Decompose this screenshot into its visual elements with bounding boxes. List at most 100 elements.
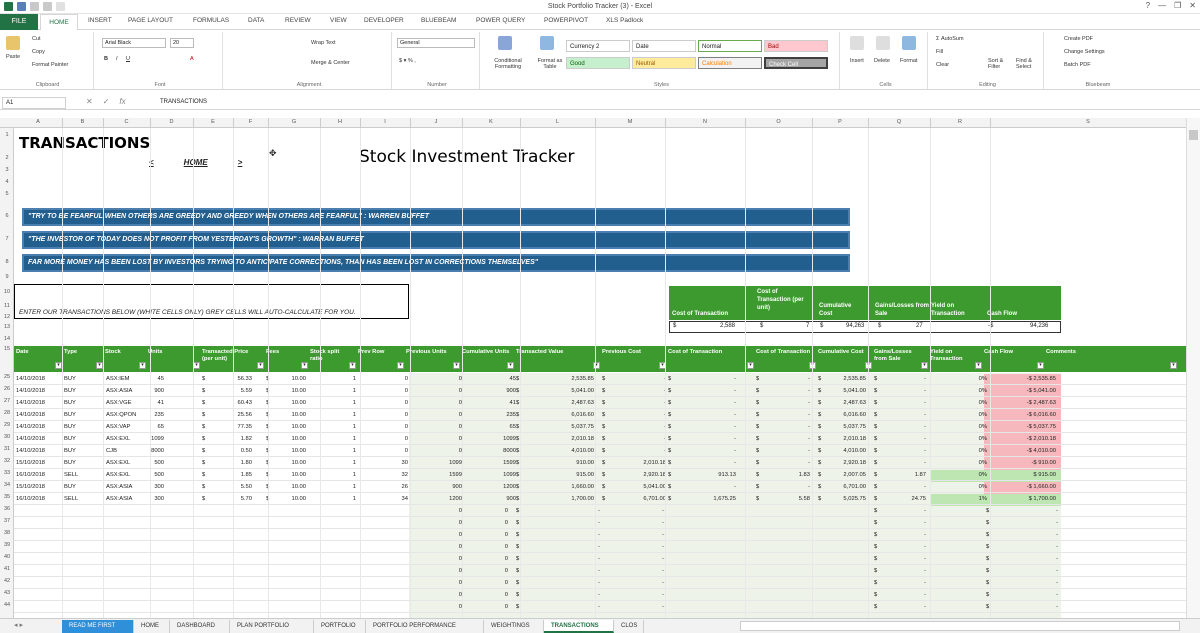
insert-cells-button[interactable]: Insert — [850, 58, 864, 64]
row-header[interactable]: 9 — [0, 274, 14, 280]
cell-split[interactable]: 1 — [353, 472, 356, 478]
style-good[interactable]: Good — [566, 57, 630, 69]
cell-type[interactable]: BUY — [64, 484, 76, 490]
cell-dollar[interactable]: $ — [874, 520, 877, 526]
cell-cumu[interactable]: 0 — [505, 592, 508, 598]
cell-dollar[interactable]: $ — [986, 592, 989, 598]
cell-dollar[interactable]: $ — [986, 508, 989, 514]
cell-date[interactable]: 14/10/2018 — [16, 436, 45, 442]
cell-gl[interactable]: 1.87 — [915, 472, 926, 478]
delete-cells-icon[interactable] — [876, 36, 890, 50]
cell-cf[interactable]: -$ 2,487.63 — [1027, 400, 1056, 406]
minimize-button[interactable]: — — [1158, 1, 1166, 10]
cell-cumu[interactable]: 0 — [505, 520, 508, 526]
cell-pc[interactable]: 2,010.18 — [643, 460, 666, 466]
cell-pc[interactable]: 2,920.18 — [643, 472, 666, 478]
format-as-table-icon[interactable] — [540, 36, 554, 50]
cell-fees[interactable]: 10.00 — [291, 448, 306, 454]
cell-fees[interactable]: 10.00 — [291, 376, 306, 382]
cell-val[interactable]: 910.00 — [576, 460, 594, 466]
cell-val[interactable]: - — [598, 604, 600, 610]
format-painter-button[interactable]: Format Painter — [32, 62, 68, 68]
cell-cc[interactable]: 6,701.00 — [843, 484, 866, 490]
cell-split[interactable]: 1 — [353, 496, 356, 502]
home-link[interactable]: HOME — [184, 158, 208, 167]
cell-units[interactable]: 8000 — [151, 448, 164, 454]
font-name-select[interactable]: Arial Black — [102, 38, 166, 48]
tab-file[interactable]: FILE — [0, 14, 38, 30]
cell-price[interactable]: 77.35 — [237, 424, 252, 430]
style-calculation[interactable]: Calculation — [698, 57, 762, 69]
cell-cf[interactable]: -$ 2,010.18 — [1027, 436, 1056, 442]
batch-pdf-button[interactable]: Batch PDF — [1064, 62, 1091, 68]
cell-price[interactable]: 5.70 — [241, 496, 252, 502]
insert-cells-icon[interactable] — [850, 36, 864, 50]
cell-stock[interactable]: ASX:EXL — [106, 460, 130, 466]
style-currency2[interactable]: Currency 2 — [566, 40, 630, 52]
column-header[interactable]: G — [268, 119, 320, 125]
cell-gl[interactable]: 24.75 — [911, 496, 926, 502]
cell-ctu[interactable]: - — [808, 460, 810, 466]
cell-stock[interactable]: CJB — [106, 448, 117, 454]
close-button[interactable]: ✕ — [1189, 1, 1196, 10]
cell-val[interactable]: 5,041.00 — [571, 388, 594, 394]
cell-cf[interactable]: -$ 4,010.00 — [1027, 448, 1056, 454]
cell-cc[interactable]: 5,041.00 — [843, 388, 866, 394]
cell-ctu[interactable]: - — [808, 448, 810, 454]
cell-yld[interactable]: 0% — [979, 436, 987, 442]
cell-gl[interactable]: - — [924, 448, 926, 454]
row-header[interactable]: 11 — [0, 303, 14, 309]
sheet-tab-clos[interactable]: CLOS — [614, 620, 644, 633]
filter-dropdown-icon[interactable]: ▾ — [921, 362, 928, 369]
cell-cc[interactable]: 2,007.05 — [843, 472, 866, 478]
cell-dollar[interactable]: $ — [516, 532, 519, 538]
row-header[interactable]: 42 — [0, 578, 14, 584]
find-select-button[interactable]: Find & Select — [1016, 58, 1040, 70]
column-header[interactable]: O — [745, 119, 812, 125]
tab-insert[interactable]: INSERT — [88, 17, 112, 24]
cell-ct[interactable]: - — [734, 484, 736, 490]
filter-dropdown-icon[interactable]: ▾ — [301, 362, 308, 369]
cell-dash[interactable]: - — [1056, 508, 1058, 514]
cell-dollar[interactable]: $ — [986, 520, 989, 526]
cell-val[interactable]: 2,010.18 — [571, 436, 594, 442]
scroll-thumb[interactable] — [1189, 130, 1198, 140]
cell-date[interactable]: 15/10/2018 — [16, 460, 45, 466]
cell-fees[interactable]: 10.00 — [291, 496, 306, 502]
merge-center-button[interactable]: Merge & Center — [311, 60, 350, 66]
cell-split[interactable]: 1 — [353, 400, 356, 406]
cell-dash[interactable]: - — [924, 568, 926, 574]
style-neutral[interactable]: Neutral — [632, 57, 696, 69]
row-header[interactable]: 6 — [0, 213, 14, 219]
column-header[interactable]: K — [462, 119, 520, 125]
cell-prev[interactable]: 30 — [402, 460, 408, 466]
cell-dash[interactable]: - — [1056, 532, 1058, 538]
cell-fees[interactable]: 10.00 — [291, 424, 306, 430]
font-size-select[interactable]: 20 — [170, 38, 194, 48]
cell-cumu[interactable]: 0 — [505, 508, 508, 514]
row-header[interactable]: 44 — [0, 602, 14, 608]
cell-ctu[interactable]: - — [808, 376, 810, 382]
cell-date[interactable]: 14/10/2018 — [16, 400, 45, 406]
cell-date[interactable]: 14/10/2018 — [16, 448, 45, 454]
cell-val[interactable]: 2,487.63 — [571, 400, 594, 406]
row-header[interactable]: 33 — [0, 470, 14, 476]
filter-dropdown-icon[interactable]: ▾ — [1037, 362, 1044, 369]
row-header[interactable]: 14 — [0, 336, 14, 342]
cell-ct[interactable]: 913.13 — [718, 472, 736, 478]
vertical-scrollbar[interactable] — [1186, 118, 1200, 618]
cell-cumu[interactable]: 0 — [505, 532, 508, 538]
tab-xls-padlock[interactable]: XLS Padlock — [606, 17, 643, 24]
cell-val[interactable]: 5,037.75 — [571, 424, 594, 430]
cell-type[interactable]: SELL — [64, 472, 78, 478]
cell-dollar[interactable]: $ — [516, 556, 519, 562]
cell-gl[interactable]: - — [924, 460, 926, 466]
cell-prev[interactable]: 26 — [402, 484, 408, 490]
sheet-tab-transactions[interactable]: TRANSACTIONS — [544, 620, 614, 633]
tab-developer[interactable]: DEVELOPER — [364, 17, 404, 24]
row-header[interactable]: 2 — [0, 155, 14, 161]
cell-val[interactable]: - — [598, 544, 600, 550]
cell-dash[interactable]: - — [662, 508, 664, 514]
cell-cc[interactable]: 2,487.63 — [843, 400, 866, 406]
cell-split[interactable]: 1 — [353, 412, 356, 418]
